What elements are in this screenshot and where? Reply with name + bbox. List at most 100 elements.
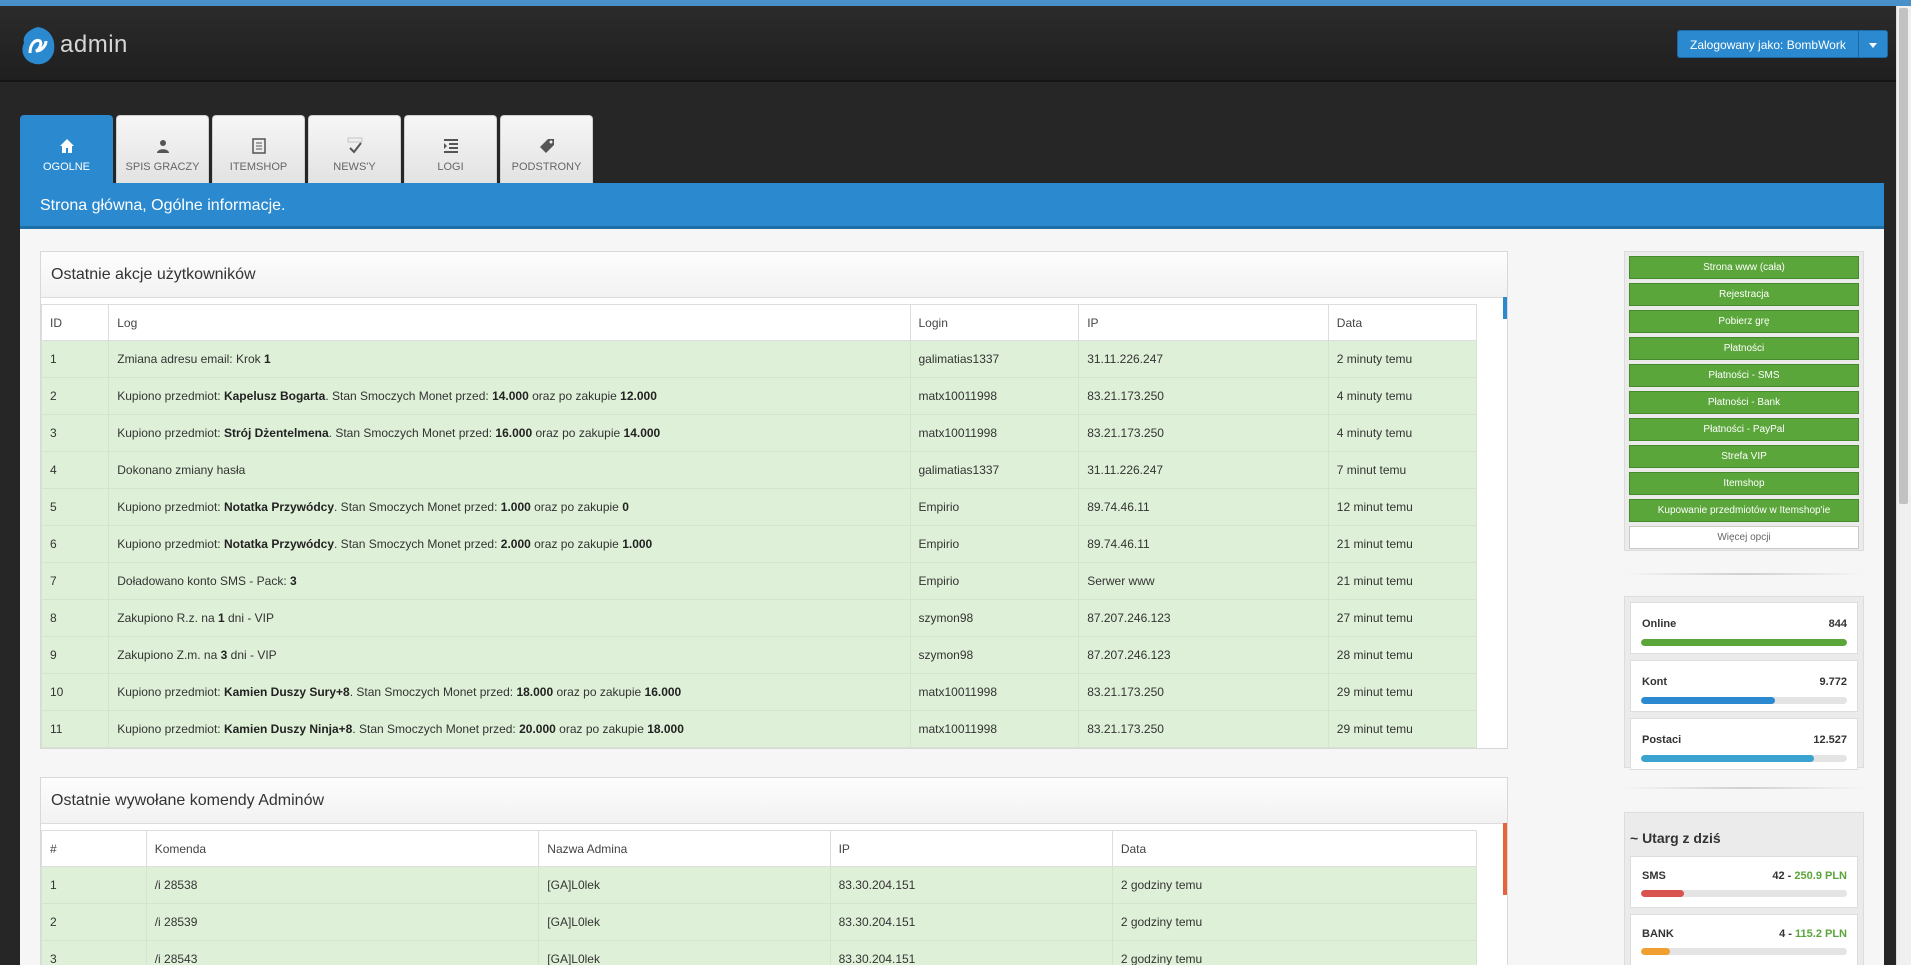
table-row[interactable]: 4 Dokonano zmiany hasła galimatias1337 31.1… bbox=[40, 451, 1478, 489]
tab-newsy[interactable]: NEWS'Y bbox=[308, 115, 401, 184]
page-title-bar: Strona główna, Ogólne informacje. bbox=[20, 183, 1884, 229]
tab-label: PODSTRONY bbox=[511, 161, 582, 173]
cell-ip: 89.74.46.11 bbox=[1078, 525, 1329, 563]
table-row[interactable]: 3 Kupiono przedmiot: Strój Dżentelmena. S… bbox=[40, 414, 1478, 452]
column-header[interactable]: ID bbox=[40, 304, 110, 341]
progress-fill bbox=[1641, 697, 1775, 704]
page-scrollbar-thumb[interactable] bbox=[1899, 8, 1908, 504]
stat-name: Kont bbox=[1642, 676, 1668, 688]
table-row[interactable]: 3/i 28543 [GA]L0lek 83.30.204.151 2 godziny… bbox=[41, 940, 1478, 965]
table-row[interactable]: 9 Zakupiono Z.m. na 3 dni - VIP szymon98 87… bbox=[40, 636, 1478, 674]
tab-ogolne[interactable]: OGOLNE bbox=[20, 115, 113, 184]
cell-login: Empirio bbox=[909, 562, 1080, 600]
progress-fill bbox=[1641, 890, 1685, 897]
tab-podstrony[interactable]: PODSTRONY bbox=[500, 115, 593, 184]
income-sms: SMS 42 - 250.9 PLN bbox=[1630, 856, 1858, 908]
table-row[interactable]: 2 Kupiono przedmiot: Kapelusz Bogarta. St… bbox=[40, 377, 1478, 415]
stat-postaci: Postaci 12.527 bbox=[1630, 718, 1858, 770]
table-row[interactable]: 1 Zmiana adresu email: Krok 1 galimatias13… bbox=[40, 340, 1478, 378]
logo[interactable]: admin bbox=[20, 23, 128, 67]
column-header[interactable]: IP bbox=[1078, 304, 1329, 341]
cell-id: 4 bbox=[40, 451, 110, 489]
cell-ip: 83.21.173.250 bbox=[1078, 414, 1329, 452]
cell-login: matx10011998 bbox=[909, 710, 1080, 748]
menu-button[interactable]: Płatności - Bank bbox=[1629, 391, 1859, 414]
menu-button[interactable]: Kupowanie przedmiotów w Itemshop'ie bbox=[1629, 499, 1859, 522]
income-bank: BANK 4 - 115.2 PLN bbox=[1630, 914, 1858, 965]
cell-n: 3 bbox=[41, 940, 147, 965]
chevron-down-icon[interactable] bbox=[1857, 30, 1888, 58]
income-name: SMS bbox=[1642, 870, 1666, 882]
column-header[interactable]: Komenda bbox=[145, 830, 540, 867]
cell-admin: [GA]L0lek bbox=[538, 903, 831, 941]
table-row[interactable]: 1/i 28538 [GA]L0lek 83.30.204.151 2 godziny… bbox=[41, 866, 1478, 904]
table-row[interactable]: 2/i 28539 [GA]L0lek 83.30.204.151 2 godziny… bbox=[41, 903, 1478, 941]
tag-icon bbox=[539, 139, 554, 153]
user-label[interactable]: Zalogowany jako: BombWork bbox=[1677, 30, 1858, 58]
user-icon bbox=[156, 140, 169, 153]
cell-admin: [GA]L0lek bbox=[538, 940, 831, 965]
income-box: ~ Utarg z dziś SMS 42 - 250.9 PLN BANK 4 - … bbox=[1624, 812, 1864, 965]
tab-itemshop[interactable]: ITEMSHOP bbox=[212, 115, 305, 184]
table-row[interactable]: 5 Kupiono przedmiot: Notatka Przywódcy. S… bbox=[40, 488, 1478, 526]
logo-icon bbox=[22, 27, 55, 65]
cell-ip: Serwer www bbox=[1078, 562, 1329, 600]
cell-log: Kupiono przedmiot: Kamien Duszy Ninja+8.… bbox=[108, 710, 911, 748]
column-header[interactable]: Nazwa Admina bbox=[538, 830, 831, 867]
tab-logi[interactable]: LOGI bbox=[404, 115, 497, 184]
divider bbox=[1624, 573, 1864, 575]
cell-log: Kupiono przedmiot: Kapelusz Bogarta. Sta… bbox=[108, 377, 911, 415]
menu-button[interactable]: Strona www (cała) bbox=[1629, 256, 1859, 279]
cell-n: 1 bbox=[41, 866, 147, 904]
cell-ip: 83.21.173.250 bbox=[1078, 377, 1329, 415]
cell-login: Empirio bbox=[909, 488, 1080, 526]
menu-button[interactable]: Strefa VIP bbox=[1629, 445, 1859, 468]
list-indent-icon bbox=[443, 139, 458, 153]
cell-ip: 87.207.246.123 bbox=[1078, 599, 1329, 637]
column-header[interactable]: Data bbox=[1111, 830, 1478, 867]
cell-date: 12 minut temu bbox=[1327, 488, 1478, 526]
cell-log: Kupiono przedmiot: Kamien Duszy Sury+8. … bbox=[108, 673, 911, 711]
income-name: BANK bbox=[1642, 928, 1674, 940]
progress-bar bbox=[1641, 948, 1847, 955]
table-row[interactable]: 10 Kupiono przedmiot: Kamien Duszy Sury+8… bbox=[40, 673, 1478, 711]
cell-date: 4 minuty temu bbox=[1327, 377, 1478, 415]
header: admin Zalogowany jako: BombWork bbox=[0, 6, 1911, 82]
user-dropdown[interactable]: Zalogowany jako: BombWork bbox=[1677, 30, 1888, 58]
cell-id: 11 bbox=[40, 710, 110, 748]
column-header[interactable]: # bbox=[41, 830, 147, 867]
stats-box: Online 844 Kont 9.772 Postaci 12.527 bbox=[1624, 596, 1864, 770]
income-title: ~ Utarg z dziś bbox=[1630, 830, 1721, 846]
column-header[interactable]: IP bbox=[829, 830, 1113, 867]
menu-button[interactable]: Płatności - PayPal bbox=[1629, 418, 1859, 441]
menu-button[interactable]: Płatności - SMS bbox=[1629, 364, 1859, 387]
tab-spis-graczy[interactable]: SPIS GRACZY bbox=[116, 115, 209, 184]
income-amount: 250.9 PLN bbox=[1794, 870, 1847, 882]
column-header[interactable]: Login bbox=[909, 304, 1080, 341]
column-header[interactable]: Log bbox=[108, 304, 911, 341]
table-row[interactable]: 6 Kupiono przedmiot: Notatka Przywódcy. S… bbox=[40, 525, 1478, 563]
column-header[interactable]: Data bbox=[1327, 304, 1478, 341]
progress-bar bbox=[1641, 890, 1847, 897]
menu-button[interactable]: Rejestracja bbox=[1629, 283, 1859, 306]
table-row[interactable]: 7 Doładowano konto SMS - Pack: 3 Empirio Se… bbox=[40, 562, 1478, 600]
table-row[interactable]: 11 Kupiono przedmiot: Kamien Duszy Ninja+… bbox=[40, 710, 1478, 748]
menu-button[interactable]: Pobierz grę bbox=[1629, 310, 1859, 333]
spellcheck-icon bbox=[347, 137, 362, 154]
main-content: Ostatnie akcje użytkowników ID Log Login IP… bbox=[20, 229, 1884, 965]
more-options-button[interactable]: Więcej opcji bbox=[1629, 526, 1859, 549]
cell-log: Kupiono przedmiot: Notatka Przywódcy. St… bbox=[108, 488, 911, 526]
menu-button[interactable]: Płatności bbox=[1629, 337, 1859, 360]
home-icon bbox=[59, 139, 74, 153]
admin-commands-panel: Ostatnie wywołane komendy Adminów # Komen… bbox=[40, 777, 1508, 965]
cell-login: szymon98 bbox=[909, 636, 1080, 674]
stat-name: Online bbox=[1642, 618, 1677, 630]
cell-ip: 31.11.226.247 bbox=[1078, 451, 1329, 489]
table-row[interactable]: 8 Zakupiono R.z. na 1 dni - VIP szymon98 87… bbox=[40, 599, 1478, 637]
menu-button[interactable]: Itemshop bbox=[1629, 472, 1859, 495]
logo-text: admin bbox=[60, 31, 128, 58]
cell-cmd: /i 28539 bbox=[145, 903, 540, 941]
cell-date: 2 godziny temu bbox=[1111, 866, 1478, 904]
progress-fill bbox=[1641, 639, 1847, 646]
cell-id: 9 bbox=[40, 636, 110, 674]
